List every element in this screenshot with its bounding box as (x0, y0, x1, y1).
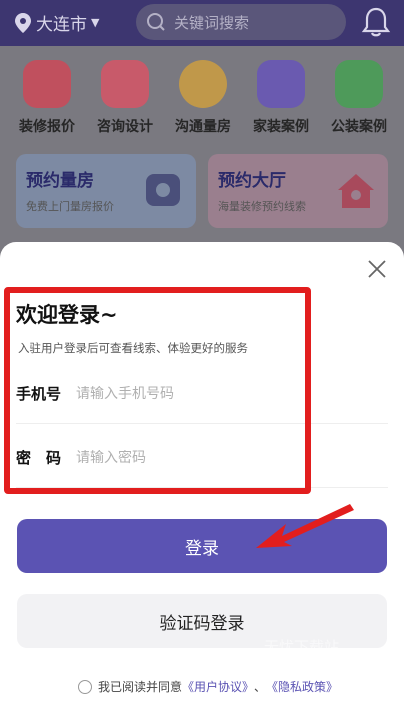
grid-label: 装修报价 (19, 119, 75, 135)
service-grid: 装修报价 咨询设计 沟通量房 家装案例 公装案例 (8, 60, 398, 136)
search-placeholder: 关键词搜索 (174, 13, 250, 32)
shop-icon (335, 60, 383, 108)
grid-item-home-cases[interactable]: 家装案例 (242, 60, 320, 136)
watermark: 无忧下载站 (264, 638, 340, 656)
grid-item-quote[interactable]: 装修报价 (8, 60, 86, 136)
top-bar: 大连市 ▼ 关键词搜索 (0, 0, 404, 46)
grid-label: 咨询设计 (97, 119, 153, 135)
chat-icon (101, 60, 149, 108)
chevron-down-icon: ▼ (91, 16, 100, 29)
grid-label: 沟通量房 (175, 119, 231, 135)
grid-item-commercial-cases[interactable]: 公装案例 (320, 60, 398, 136)
grid-label: 公装案例 (331, 119, 387, 135)
tape-measure-icon (146, 174, 180, 206)
annotation-arrow-icon (256, 504, 354, 548)
grid-item-consult[interactable]: 咨询设计 (86, 60, 164, 136)
search-icon (147, 13, 165, 31)
city-name: 大连市 (36, 15, 87, 35)
house-icon (338, 174, 374, 208)
tape-measure-icon (179, 60, 227, 108)
agreement-row: 我已阅读并同意 《用户协议》 、 《隐私政策》 (78, 678, 338, 695)
location-pin-icon (15, 12, 31, 33)
card-booking-hall[interactable]: 预约大厅 海量装修预约线索 (208, 154, 388, 228)
card-book-measure[interactable]: 预约量房 免费上门量房报价 (16, 154, 196, 228)
grid-label: 家装案例 (253, 119, 309, 135)
city-selector[interactable]: 大连市 ▼ (14, 10, 99, 35)
agree-prefix: 我已阅读并同意 (98, 680, 183, 694)
close-button[interactable] (366, 258, 388, 280)
bell-icon[interactable] (361, 6, 391, 38)
highlight-box (4, 287, 311, 494)
privacy-policy-link[interactable]: 《隐私政策》 (266, 678, 338, 695)
washer-icon (257, 60, 305, 108)
user-agreement-link[interactable]: 《用户协议》 (182, 678, 254, 695)
search-bar[interactable]: 关键词搜索 (136, 4, 346, 40)
agree-radio[interactable] (78, 679, 92, 694)
calculator-icon (23, 60, 71, 108)
close-icon (368, 260, 386, 278)
grid-item-measure[interactable]: 沟通量房 (164, 60, 242, 136)
agree-separator: 、 (254, 680, 267, 694)
